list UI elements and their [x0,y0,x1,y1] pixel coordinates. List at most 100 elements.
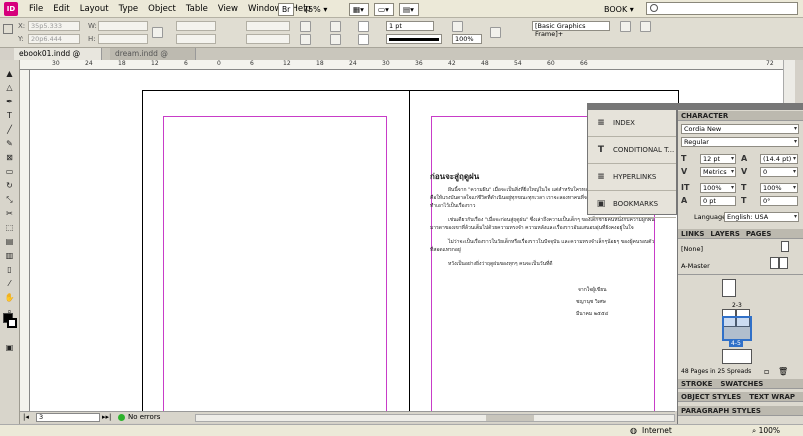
rectangle-frame-tool-icon[interactable]: ⊠ [3,152,16,163]
menu-type[interactable]: Type [114,0,144,18]
opacity-field[interactable]: 100% [452,34,482,44]
stroke-color-icon[interactable] [7,318,17,328]
menu-layout[interactable]: Layout [75,0,114,18]
hyperlinks-panel-button[interactable]: ≡ HYPERLINKS [588,164,676,191]
line-tool-icon[interactable]: ╱ [3,124,16,135]
scale-x-field[interactable] [176,21,216,31]
scissors-tool-icon[interactable]: ✂ [3,208,16,219]
next-page-icon[interactable]: ▸▸| [102,413,111,421]
bookmarks-panel-button[interactable]: ▣ BOOKMARKS [588,191,676,218]
tab-object-styles[interactable]: OBJECT STYLES [681,392,741,401]
tab-links[interactable]: LINKS [681,229,704,238]
font-family-dropdown[interactable]: Cordia New ▾ [681,124,799,134]
tab-layers[interactable]: LAYERS [710,229,740,238]
page-heading[interactable]: ก่อนจะสู่ฤดูฝน [430,170,479,183]
language-dropdown[interactable]: English: USA ▾ [724,212,799,222]
y-field[interactable]: 20p6.444 [28,34,80,44]
screen-mode-button[interactable]: ▭▾ [374,3,394,16]
dock-header[interactable] [678,103,803,110]
font-style-dropdown[interactable]: Regular ▾ [681,137,799,147]
conditional-text-panel-button[interactable]: T CONDITIONAL T... [588,137,676,164]
menu-object[interactable]: Object [143,0,181,18]
rectangle-tool-icon[interactable]: ▭ [3,166,16,177]
character-panel-header[interactable]: CHARACTER [678,111,803,121]
none-master-label[interactable]: [None] [681,245,703,253]
selected-spread[interactable] [722,316,752,341]
font-size-field[interactable]: 12 pt ▾ [700,154,736,164]
menu-table[interactable]: Table [181,0,213,18]
rotation-field[interactable] [246,21,290,31]
quick-apply-button[interactable] [620,21,631,32]
fill-swatch[interactable] [358,21,369,32]
text-wrap-button[interactable] [490,27,501,38]
page-thumbnail[interactable] [722,279,736,297]
direct-selection-tool-icon[interactable]: △ [3,82,16,93]
kerning-field[interactable]: Metrics ▾ [700,167,736,177]
menu-edit[interactable]: Edit [48,0,74,18]
type-tool-icon[interactable]: T [3,110,16,121]
vertical-scale-field[interactable]: 100% ▾ [700,183,736,193]
stroke-weight-field[interactable]: 1 pt [386,21,434,31]
tracking-field[interactable]: 0 ▾ [760,167,798,177]
leading-field[interactable]: (14.4 pt) ▾ [760,154,798,164]
page-number-field[interactable]: 3 [36,413,100,422]
panel-menu-button[interactable] [640,21,651,32]
tab-pages[interactable]: PAGES [746,229,771,238]
first-page-icon[interactable]: |◂ [23,413,29,421]
bridge-button[interactable]: Br [278,3,294,16]
reference-point-icon[interactable] [3,24,13,34]
paragraph-styles-header[interactable]: PARAGRAPH STYLES [678,406,803,416]
view-options-button[interactable]: ▦▾ [349,3,369,16]
tab-ebook01[interactable]: ebook01.indd @ 75%× [14,48,102,70]
preflight-status-text[interactable]: No errors [128,413,160,421]
scale-y-field[interactable] [176,34,216,44]
scale-tool-icon[interactable]: ⤡ [3,194,16,205]
eyedropper-tool-icon[interactable]: ⁄ [3,278,16,289]
rotate-tool-icon[interactable]: ↻ [3,180,16,191]
free-transform-tool-icon[interactable]: ⬚ [3,222,16,233]
select-content-button[interactable] [330,34,341,45]
view-mode-icon[interactable]: ▣ [3,342,16,353]
a-master-thumbnail[interactable] [779,257,788,269]
tab-dream[interactable]: dream.indd @ 93%× [110,48,196,70]
menu-file[interactable]: File [24,0,48,18]
arrange-documents-button[interactable]: ▤▾ [399,3,419,16]
pen-tool-icon[interactable]: ✒ [3,96,16,107]
horizontal-scale-field[interactable]: 100% ▾ [760,183,798,193]
gradient-tool-icon[interactable]: ▤ [3,236,16,247]
constrain-proportions-button[interactable] [152,27,163,38]
skew-field[interactable]: 0° [760,196,798,206]
w-field[interactable] [98,21,148,31]
page-thumbnail[interactable] [722,349,752,364]
zoom-control[interactable]: ⌕ 100% [752,426,780,436]
rotate-cw-button[interactable] [300,21,311,32]
shear-field[interactable] [246,34,290,44]
horizontal-scrollbar[interactable] [195,414,675,422]
search-input[interactable] [646,2,798,15]
pencil-tool-icon[interactable]: ✎ [3,138,16,149]
new-page-icon[interactable]: ▫ [764,367,769,376]
workspace-dropdown[interactable]: BOOK ▾ [604,3,640,16]
menu-view[interactable]: View [213,0,243,18]
zoom-dropdown[interactable]: 75% ▾ [303,3,343,16]
object-style-dropdown[interactable]: [Basic Graphics Frame]+ [532,21,610,38]
stroke-type-dropdown[interactable] [386,34,442,44]
a-master-thumbnail[interactable] [770,257,779,269]
tab-stroke[interactable]: STROKE [681,379,712,388]
tab-text-wrap[interactable]: TEXT WRAP [749,392,795,401]
none-master-thumbnail[interactable] [781,241,789,252]
note-tool-icon[interactable]: ▯ [3,264,16,275]
index-panel-button[interactable]: ≡ INDEX [588,110,676,137]
tab-swatches[interactable]: SWATCHES [720,379,763,388]
baseline-shift-field[interactable]: 0 pt [700,196,736,206]
selection-tool-icon[interactable]: ▲ [3,68,16,79]
x-field[interactable]: 35p5.333 [28,21,80,31]
stroke-swatch[interactable] [358,34,369,45]
flip-button[interactable] [300,34,311,45]
trash-icon[interactable]: 🗑 [778,367,788,376]
a-master-label[interactable]: A-Master [681,262,710,270]
h-field[interactable] [98,34,148,44]
effects-button[interactable] [452,21,463,32]
hand-tool-icon[interactable]: ✋ [3,292,16,303]
select-container-button[interactable] [330,21,341,32]
